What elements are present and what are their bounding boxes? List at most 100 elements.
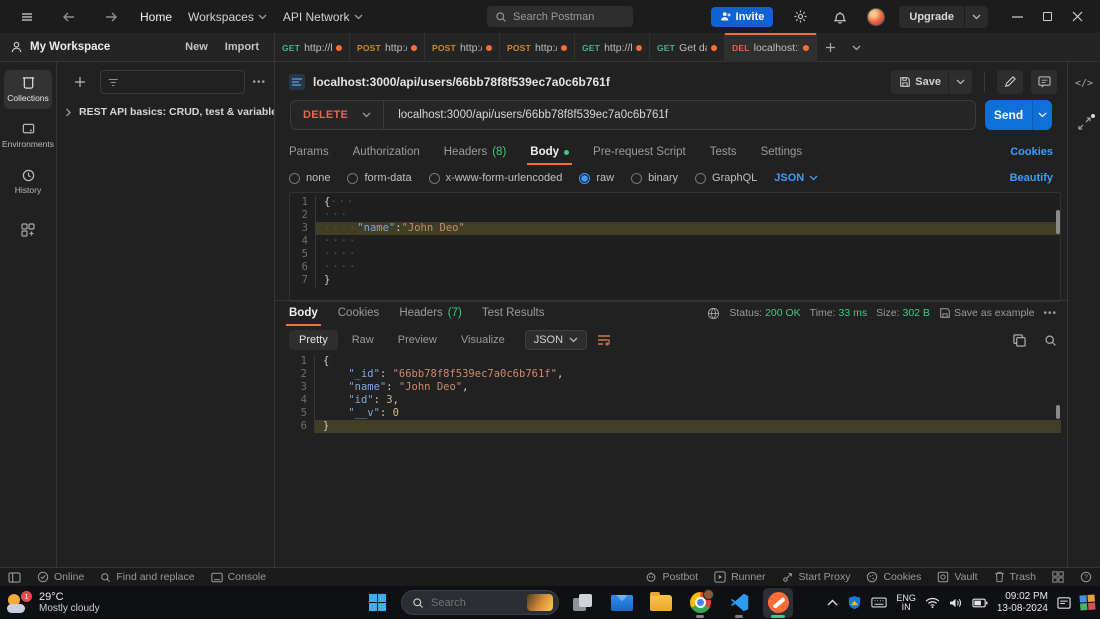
response-format-select[interactable]: JSON xyxy=(525,330,587,350)
workspace-title[interactable]: My Workspace xyxy=(30,41,173,53)
size-badge[interactable]: Size:302 B xyxy=(876,307,930,319)
sidebar-item-collections[interactable]: Collections xyxy=(4,70,52,109)
action-center-icon[interactable] xyxy=(1057,596,1071,610)
request-tab[interactable]: POSThttp://localh( xyxy=(425,33,500,62)
response-tab-body[interactable]: Body xyxy=(289,307,318,319)
window-maximize-button[interactable] xyxy=(1032,0,1062,33)
radio-none[interactable]: none xyxy=(289,172,330,184)
mail-app-icon[interactable] xyxy=(607,588,637,618)
tray-chevron-up-icon[interactable] xyxy=(827,599,838,606)
body-format-select[interactable]: JSON xyxy=(774,172,818,184)
tray-app-icon[interactable] xyxy=(1079,594,1096,611)
method-selector[interactable]: DELETE xyxy=(291,109,383,121)
help-icon[interactable]: ? xyxy=(1080,571,1092,583)
request-tab[interactable]: POSThttp://localh( xyxy=(350,33,425,62)
security-shield-icon[interactable] xyxy=(847,595,862,610)
save-button[interactable]: Save xyxy=(891,70,972,94)
response-tab-cookies[interactable]: Cookies xyxy=(338,307,380,319)
view-raw[interactable]: Raw xyxy=(342,330,384,350)
nav-api-network[interactable]: API Network xyxy=(283,10,363,24)
collection-tree-item[interactable]: REST API basics: CRUD, test & variable xyxy=(57,100,274,124)
tab-pre-request-script[interactable]: Pre-request Script xyxy=(593,146,686,158)
response-tab-headers[interactable]: Headers(7) xyxy=(399,307,462,319)
add-collection-button[interactable] xyxy=(67,70,93,94)
collections-more-icon[interactable]: ••• xyxy=(252,77,266,88)
tab-overflow-button[interactable] xyxy=(843,33,869,62)
beautify-link[interactable]: Beautify xyxy=(1010,172,1053,184)
trash-button[interactable]: Trash xyxy=(994,571,1036,583)
code-line[interactable]: 5···· xyxy=(290,248,1060,261)
window-minimize-button[interactable] xyxy=(1002,0,1032,33)
time-badge[interactable]: Time:33 ms xyxy=(810,307,867,319)
request-tab[interactable]: GETGet data xyxy=(650,33,725,62)
edit-pencil-icon[interactable] xyxy=(997,70,1023,94)
tab-body[interactable]: Body xyxy=(530,146,569,158)
console-button[interactable]: Console xyxy=(211,571,267,583)
code-line[interactable]: 5 "__v": 0 xyxy=(289,407,1061,420)
upgrade-button[interactable]: Upgrade xyxy=(899,6,988,28)
view-pretty[interactable]: Pretty xyxy=(289,330,338,350)
vault-button[interactable]: Vault xyxy=(937,571,977,583)
language-indicator[interactable]: ENGIN xyxy=(896,594,916,612)
online-status[interactable]: Online xyxy=(37,571,84,583)
start-proxy-button[interactable]: Start Proxy xyxy=(782,571,851,583)
toggle-sidebar-icon[interactable] xyxy=(8,572,21,583)
tab-tests[interactable]: Tests xyxy=(710,146,737,158)
code-line[interactable]: 3····"name":"John Deo" xyxy=(290,222,1060,235)
postman-app-icon[interactable] xyxy=(763,588,793,618)
send-button[interactable]: Send xyxy=(985,100,1052,130)
code-snippet-icon[interactable]: </> xyxy=(1075,78,1093,89)
wrap-text-icon[interactable] xyxy=(597,334,611,346)
hamburger-menu-icon[interactable] xyxy=(14,5,40,29)
globe-icon[interactable] xyxy=(707,307,720,320)
file-explorer-icon[interactable] xyxy=(646,588,676,618)
touch-keyboard-icon[interactable] xyxy=(871,597,887,608)
code-line[interactable]: 4···· xyxy=(290,235,1060,248)
global-search-input[interactable] xyxy=(513,11,613,23)
request-body-editor[interactable]: 1{···2···3····"name":"John Deo"4····5···… xyxy=(289,192,1061,302)
save-options-chevron[interactable] xyxy=(949,79,972,85)
import-button[interactable]: Import xyxy=(220,39,264,55)
url-input[interactable] xyxy=(384,109,975,121)
copy-icon[interactable] xyxy=(1013,334,1026,347)
code-line[interactable]: 2··· xyxy=(290,209,1060,222)
send-options-chevron[interactable] xyxy=(1033,112,1052,118)
wifi-icon[interactable] xyxy=(925,597,940,608)
forward-arrow-icon[interactable] xyxy=(98,5,124,29)
tab-params[interactable]: Params xyxy=(289,146,329,158)
response-more-icon[interactable]: ••• xyxy=(1043,308,1057,319)
chrome-app-icon[interactable] xyxy=(685,588,715,618)
radio-form-data[interactable]: form-data xyxy=(347,172,411,184)
settings-gear-icon[interactable] xyxy=(787,5,813,29)
volume-icon[interactable] xyxy=(949,597,963,609)
invite-button[interactable]: Invite xyxy=(711,7,774,27)
request-tab[interactable]: GEThttp://localho: xyxy=(575,33,650,62)
response-editor-scrollbar[interactable] xyxy=(1056,405,1060,419)
tab-headers[interactable]: Headers(8) xyxy=(444,146,507,158)
expand-chevron-icon[interactable] xyxy=(65,108,72,117)
code-line[interactable]: 4 "id": 3, xyxy=(289,394,1061,407)
global-search[interactable] xyxy=(487,6,633,27)
user-avatar[interactable] xyxy=(867,8,885,26)
code-line[interactable]: 6} xyxy=(289,420,1061,433)
taskview-app-icon[interactable] xyxy=(568,588,598,618)
response-body-editor[interactable]: 1{2 "_id": "66bb78f8f539ec7a0c6b761f",3 … xyxy=(289,352,1061,438)
postbot-button[interactable]: Postbot xyxy=(645,571,698,583)
request-tab-active[interactable]: DELlocalhost:3000 xyxy=(725,33,817,62)
window-close-button[interactable] xyxy=(1062,0,1092,33)
save-as-example-button[interactable]: Save as example xyxy=(939,307,1035,319)
start-button[interactable] xyxy=(362,588,392,618)
find-and-replace[interactable]: Find and replace xyxy=(100,571,194,583)
code-line[interactable]: 6···· xyxy=(290,261,1060,274)
status-badge[interactable]: Status:200 OK xyxy=(729,307,800,319)
select-windows-icon[interactable] xyxy=(1052,571,1064,583)
request-tab[interactable]: GEThttp://localho: xyxy=(275,33,350,62)
radio-raw[interactable]: raw xyxy=(579,172,614,184)
collections-filter-input[interactable] xyxy=(124,75,237,90)
view-preview[interactable]: Preview xyxy=(388,330,447,350)
back-arrow-icon[interactable] xyxy=(56,5,82,29)
view-visualize[interactable]: Visualize xyxy=(451,330,515,350)
runner-button[interactable]: Runner xyxy=(714,571,765,583)
taskbar-clock[interactable]: 09:02 PM13-08-2024 xyxy=(997,591,1048,614)
code-line[interactable]: 3 "name": "John Deo", xyxy=(289,381,1061,394)
